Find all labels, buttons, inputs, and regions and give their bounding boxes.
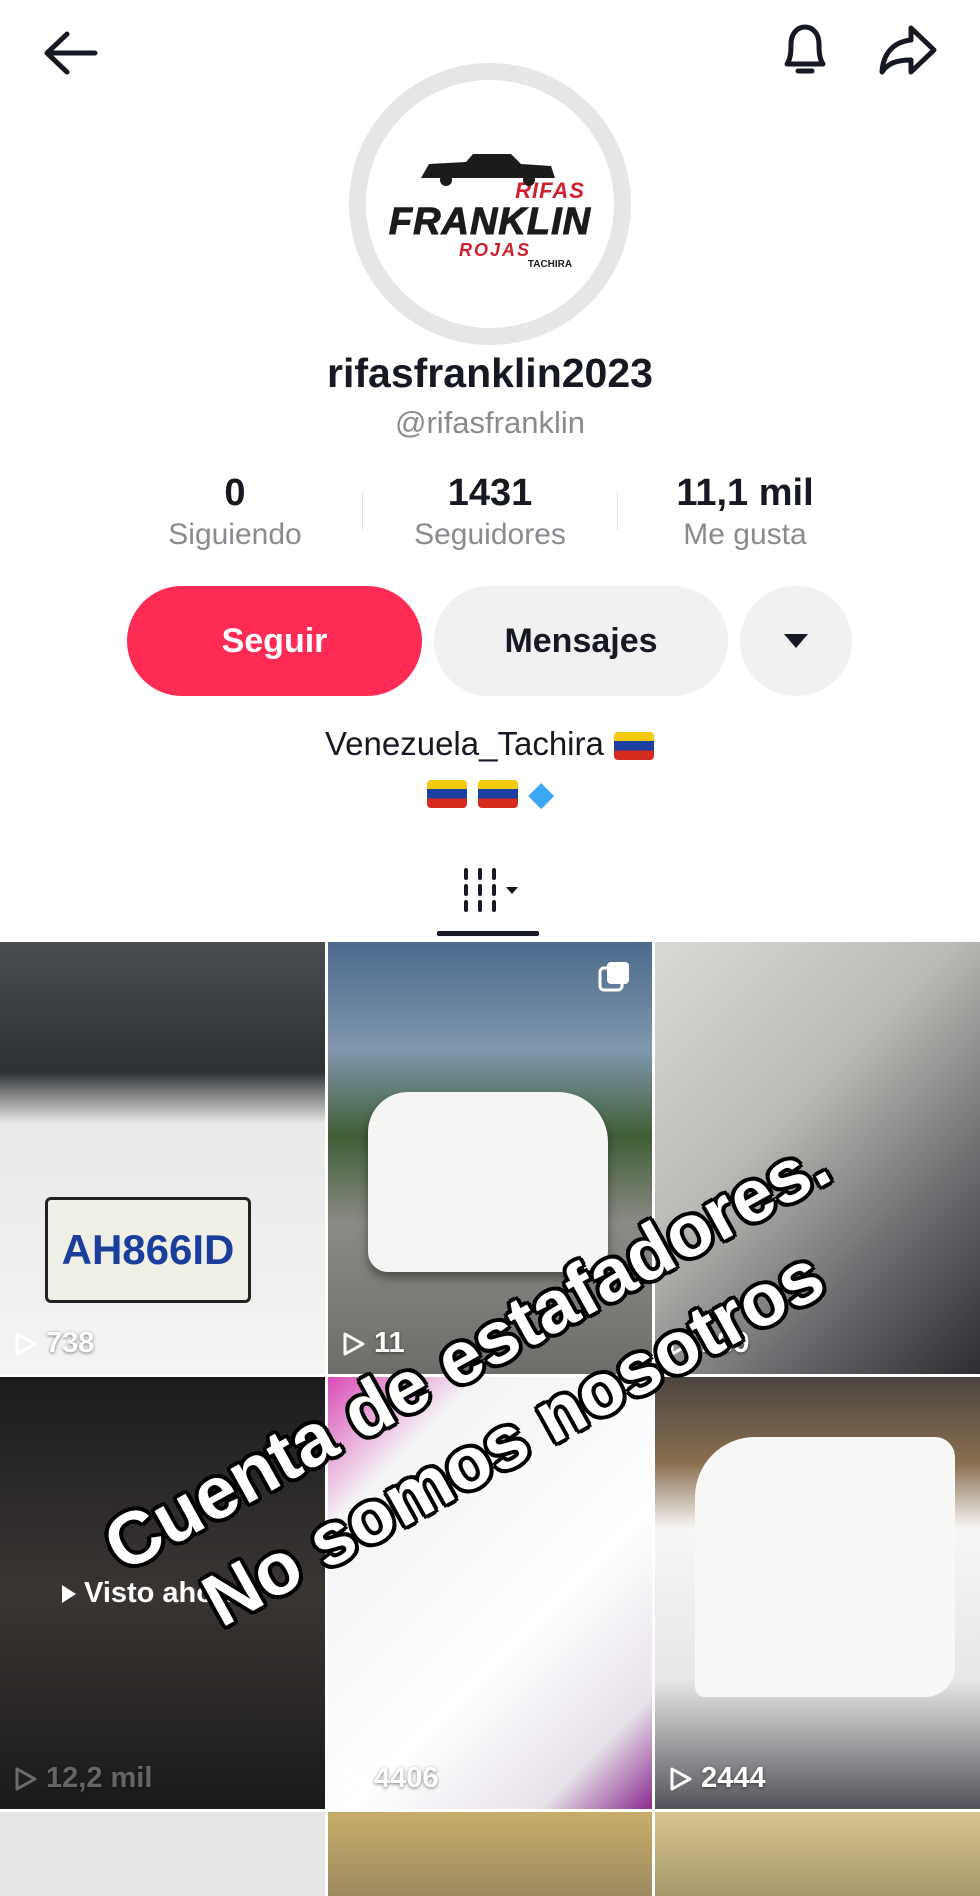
view-count: 12,2 mil [14, 1762, 152, 1795]
seen-now-badge: Visto ahora [60, 1577, 241, 1610]
content-tabs [0, 860, 980, 940]
view-count: 2444 [669, 1762, 766, 1795]
multi-photo-icon [598, 962, 629, 992]
video-thumbnail[interactable]: AH866ID 738 [0, 942, 325, 1374]
view-count-value: 4406 [374, 1762, 439, 1794]
video-thumbnail[interactable]: 2444 [655, 1377, 980, 1809]
avatar-logo: RIFAS FRANKLIN ROJAS TACHIRA [366, 80, 614, 328]
stat-likes-value: 11,1 mil [676, 472, 814, 514]
gem-icon: ◆ [528, 775, 555, 814]
video-thumbnail[interactable]: 4406 [328, 1377, 652, 1809]
stat-followers-value: 1431 [447, 472, 533, 514]
play-icon [15, 1767, 37, 1790]
video-thumbnail[interactable]: 11 [328, 942, 652, 1374]
more-options-button[interactable] [740, 586, 852, 696]
stat-following-label: Siguiendo [168, 518, 302, 551]
video-thumbnail[interactable]: Visto ahora 12,2 mil [0, 1377, 325, 1809]
grid-tab-icon[interactable] [460, 866, 530, 916]
venezuela-flag-icon [477, 780, 518, 809]
dropdown-triangle-icon [784, 634, 808, 648]
video-grid: AH866ID 738 11 189 Visto ahora 12,2 mil [0, 942, 980, 1896]
seen-now-label: Visto ahora [84, 1577, 242, 1609]
view-count-value: 189 [701, 1327, 750, 1359]
stat-following[interactable]: 0 Siguiendo [105, 470, 365, 554]
stat-followers[interactable]: 1431 Seguidores [360, 470, 620, 554]
play-icon [343, 1767, 365, 1790]
logo-franklin: FRANKLIN [388, 201, 592, 243]
bell-icon[interactable] [770, 15, 840, 85]
view-count: 11 [342, 1327, 405, 1360]
stat-likes[interactable]: 11,1 mil Me gusta [615, 470, 875, 554]
profile-avatar[interactable]: RIFAS FRANKLIN ROJAS TACHIRA [349, 63, 631, 345]
profile-stats: 0 Siguiendo 1431 Seguidores 11,1 mil Me … [105, 470, 875, 560]
view-count: 4406 [342, 1762, 439, 1795]
video-thumbnail[interactable] [655, 1812, 980, 1896]
view-count-value: 738 [46, 1327, 95, 1359]
logo-rojas: ROJAS [458, 240, 531, 260]
license-plate: AH866ID [45, 1197, 251, 1303]
thumbnail-car [368, 1092, 608, 1272]
follow-button[interactable]: Seguir [127, 586, 422, 696]
bio-text: Venezuela_Tachira [324, 725, 604, 762]
messages-button[interactable]: Mensajes [434, 586, 728, 696]
play-icon [670, 1767, 692, 1790]
share-icon[interactable] [870, 15, 945, 85]
bio-line-1: Venezuela_Tachira [0, 725, 980, 763]
thumbnail-car [695, 1437, 955, 1697]
video-thumbnail[interactable] [328, 1812, 652, 1896]
bio-line-2: ◆ [0, 773, 980, 814]
truck-logo-icon [421, 154, 555, 186]
venezuela-flag-icon [426, 780, 467, 809]
play-icon [670, 1332, 692, 1355]
video-thumbnail[interactable]: 189 [655, 942, 980, 1374]
logo-tachira: TACHIRA [527, 259, 573, 270]
profile-username: rifasfranklin2023 [327, 350, 653, 396]
stat-followers-label: Seguidores [414, 518, 566, 551]
venezuela-flag-icon [614, 732, 655, 761]
profile-handle: @rifasfranklin [395, 405, 585, 440]
stat-likes-label: Me gusta [683, 518, 807, 551]
active-tab-indicator [437, 931, 539, 936]
play-icon [62, 1584, 76, 1603]
view-count-value: 12,2 mil [46, 1762, 153, 1794]
view-count-value: 11 [374, 1327, 405, 1359]
stat-following-value: 0 [224, 472, 246, 514]
play-icon [343, 1332, 365, 1355]
view-count: 738 [14, 1327, 94, 1360]
video-thumbnail[interactable] [0, 1812, 325, 1896]
play-icon [15, 1332, 37, 1355]
back-arrow-icon[interactable] [30, 20, 110, 85]
view-count-value: 2444 [701, 1762, 766, 1794]
view-count: 189 [669, 1327, 749, 1360]
